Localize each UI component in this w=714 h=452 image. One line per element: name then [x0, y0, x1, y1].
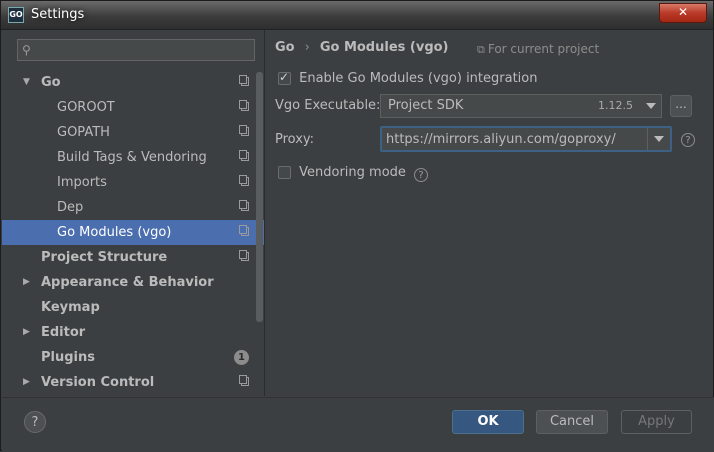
- sidebar-item-label: Go Modules (vgo): [57, 225, 172, 240]
- search-icon: ⚲: [22, 43, 31, 57]
- sidebar-item-appearance-behavior[interactable]: ▶ Appearance & Behavior: [2, 270, 264, 295]
- browse-button[interactable]: ...: [670, 95, 692, 117]
- proxy-label: Proxy:: [275, 132, 315, 147]
- sidebar-item-label: Plugins: [41, 350, 95, 365]
- sidebar-item-label: GOROOT: [57, 100, 115, 115]
- sidebar-item-label: Imports: [57, 175, 107, 190]
- breadcrumb: Go › Go Modules (vgo): [275, 40, 449, 55]
- chevron-right-icon[interactable]: ▶: [23, 270, 33, 295]
- settings-content: Go › Go Modules (vgo) ⧉ For current project…: [265, 30, 713, 396]
- window-title: Settings: [31, 7, 85, 22]
- enable-modules-row[interactable]: Enable Go Modules (vgo) integration: [278, 70, 538, 86]
- scope-label: For current project: [487, 42, 600, 56]
- copy-icon: ⧉: [477, 43, 485, 56]
- app-icon: GO: [8, 7, 24, 23]
- proxy-input[interactable]: [386, 130, 646, 148]
- sidebar-item-gopath[interactable]: GOPATH: [2, 120, 264, 145]
- sidebar-item-project-structure[interactable]: Project Structure: [2, 245, 264, 270]
- sidebar-item-imports[interactable]: Imports: [2, 170, 264, 195]
- vgo-executable-value: Project SDK: [388, 98, 464, 113]
- sidebar-item-keymap[interactable]: Keymap: [2, 295, 264, 320]
- settings-tree: ▼ Go GOROOT GOPATH Build Tags & Vendoring Imp…: [2, 70, 264, 395]
- sidebar-item-label: Go: [41, 75, 61, 90]
- sidebar-item-editor[interactable]: ▶ Editor: [2, 320, 264, 345]
- search-field[interactable]: ⚲: [17, 39, 255, 61]
- sidebar-item-build-tags-vendoring[interactable]: Build Tags & Vendoring: [2, 145, 264, 170]
- project-settings-icon: [239, 100, 249, 111]
- sidebar-item-goroot[interactable]: GOROOT: [2, 95, 264, 120]
- breadcrumb-parent[interactable]: Go: [275, 40, 295, 55]
- chevron-down-icon: [646, 103, 656, 109]
- proxy-help-icon[interactable]: ?: [681, 133, 695, 147]
- update-count-badge: 1: [234, 350, 249, 365]
- vendoring-label: Vendoring mode: [299, 165, 406, 180]
- sidebar-item-dep[interactable]: Dep: [2, 195, 264, 220]
- vendoring-checkbox[interactable]: [278, 166, 291, 179]
- sidebar-item-go-modules-vgo[interactable]: Go Modules (vgo): [2, 220, 264, 245]
- sidebar-item-plugins[interactable]: Plugins 1: [2, 345, 264, 370]
- cancel-button[interactable]: Cancel: [536, 410, 608, 434]
- project-settings-icon: [239, 375, 249, 386]
- enable-modules-checkbox[interactable]: [278, 70, 291, 85]
- apply-button[interactable]: Apply: [621, 410, 692, 434]
- sidebar-item-label: Dep: [57, 200, 84, 215]
- sidebar-item-label: Keymap: [41, 300, 100, 315]
- field-divider: [647, 128, 648, 150]
- settings-sidebar: ⚲ ▼ Go GOROOT GOPATH Build Tags & Vendoring I…: [2, 30, 265, 396]
- sidebar-item-label: Editor: [41, 325, 86, 340]
- help-button[interactable]: ?: [24, 411, 46, 433]
- sidebar-item-go[interactable]: ▼ Go: [2, 70, 264, 95]
- sidebar-item-label: Appearance & Behavior: [41, 275, 214, 290]
- project-settings-icon: [239, 150, 249, 161]
- sidebar-item-label: Version Control: [41, 375, 155, 390]
- chevron-down-icon[interactable]: ▼: [23, 70, 33, 95]
- project-settings-icon: [239, 125, 249, 136]
- vgo-executable-label: Vgo Executable:: [275, 98, 381, 113]
- project-settings-icon: [239, 75, 249, 86]
- vendoring-row[interactable]: Vendoring mode ?: [278, 165, 429, 182]
- sidebar-item-label: Build Tags & Vendoring: [57, 150, 207, 165]
- title-bar[interactable]: GO Settings ✕: [1, 1, 713, 30]
- settings-window: GO Settings ✕ ⚲ ▼ Go GOROOT GOPATH Build Tag…: [0, 0, 714, 452]
- vendoring-help-icon[interactable]: ?: [414, 168, 429, 182]
- chevron-right-icon[interactable]: ▶: [23, 320, 33, 345]
- sdk-version: 1.12.5: [598, 99, 633, 112]
- scope-indicator: ⧉ For current project: [477, 42, 599, 57]
- breadcrumb-separator: ›: [304, 40, 310, 55]
- dialog-footer: ? OK Cancel Apply: [2, 397, 714, 452]
- vgo-executable-select[interactable]: Project SDK 1.12.5: [380, 94, 662, 118]
- project-settings-icon: [239, 250, 249, 261]
- project-settings-icon: [239, 200, 249, 211]
- sidebar-item-version-control[interactable]: ▶ Version Control: [2, 370, 264, 395]
- close-button[interactable]: ✕: [659, 3, 707, 23]
- sidebar-item-label: Project Structure: [41, 250, 168, 265]
- chevron-down-icon[interactable]: [654, 136, 664, 142]
- chevron-right-icon[interactable]: ▶: [23, 370, 33, 395]
- project-settings-icon: [239, 175, 249, 186]
- ok-button[interactable]: OK: [452, 410, 524, 434]
- project-settings-icon: [239, 225, 249, 236]
- proxy-field[interactable]: [380, 126, 672, 152]
- sidebar-scrollbar[interactable]: [256, 72, 263, 322]
- sidebar-item-label: GOPATH: [57, 125, 110, 140]
- enable-modules-label: Enable Go Modules (vgo) integration: [299, 71, 538, 86]
- breadcrumb-current: Go Modules (vgo): [319, 40, 449, 55]
